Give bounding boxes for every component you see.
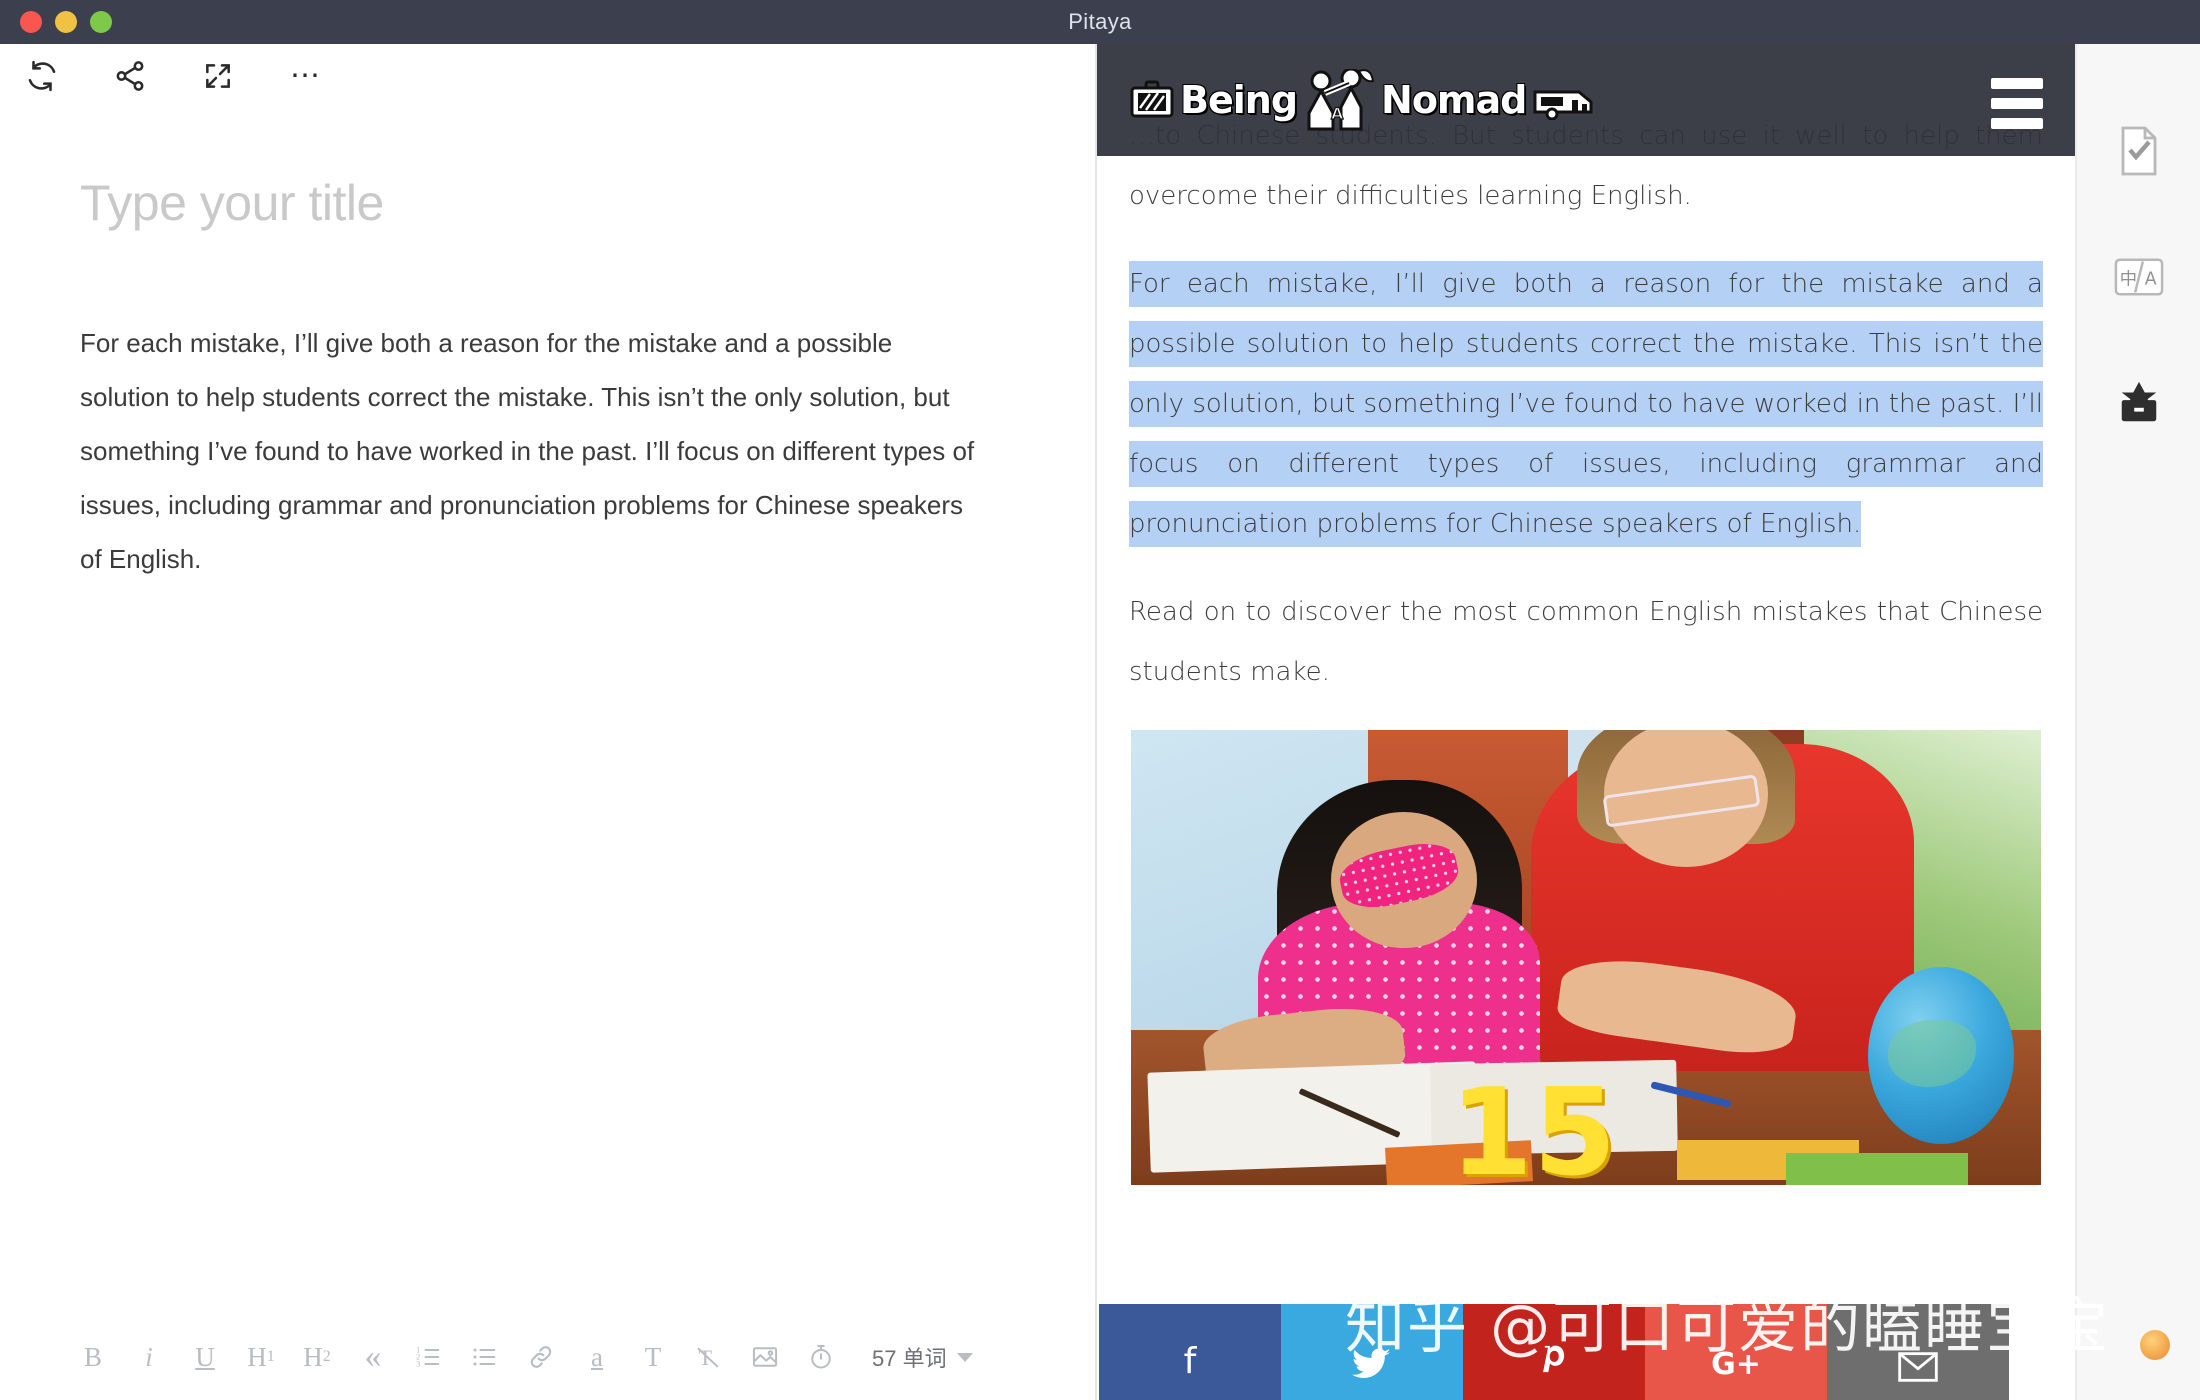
twitter-icon: [1352, 1348, 1391, 1379]
heading2-label: H: [303, 1341, 323, 1372]
editor-toolbar: ⋯: [22, 56, 326, 96]
suitcase-icon: [1130, 80, 1174, 118]
ordered-list-icon[interactable]: 1 2 3: [414, 1335, 444, 1379]
translate-icon[interactable]: 中 A: [2112, 250, 2166, 304]
sync-icon[interactable]: [22, 56, 62, 96]
photo-green-book: [1786, 1153, 1969, 1185]
timer-icon[interactable]: [806, 1335, 836, 1379]
blockquote-button[interactable]: «: [358, 1335, 388, 1379]
link-icon[interactable]: [526, 1335, 556, 1379]
document-body-text[interactable]: For each mistake, I’ll give both a reaso…: [80, 316, 980, 586]
svg-text:中: 中: [2119, 270, 2136, 290]
heading2-button[interactable]: H2: [302, 1335, 332, 1379]
email-share-button[interactable]: [1827, 1304, 2009, 1400]
more-options-dots: ⋯: [290, 59, 322, 92]
window-titlebar: Pitaya: [0, 0, 2200, 44]
social-share-bar: f G+: [1099, 1304, 2009, 1400]
twitter-share-button[interactable]: [1281, 1304, 1463, 1400]
hamburger-line-2: [1991, 98, 2043, 109]
envelope-icon: [1898, 1352, 1938, 1382]
googleplus-icon: G+: [1711, 1347, 1761, 1382]
svg-text:A: A: [2144, 270, 2156, 290]
selected-text-highlight: For each mistake, I’ll give both a reaso…: [1129, 261, 2043, 547]
photo-globe: [1868, 966, 2014, 1145]
site-logo-word-nomad: Nomad: [1381, 78, 1527, 122]
strikethrough-button[interactable]: a: [582, 1335, 612, 1379]
unordered-list-icon[interactable]: [470, 1335, 500, 1379]
word-count-label: 57 单词: [872, 1346, 947, 1371]
pinterest-icon: [1543, 1345, 1565, 1373]
facebook-icon: f: [1183, 1341, 1197, 1382]
heading1-sub: 1: [266, 1348, 275, 1365]
image-icon[interactable]: [750, 1335, 780, 1379]
right-sidebar: 中 A: [2075, 44, 2200, 1400]
svg-text:A: A: [1331, 104, 1344, 123]
googleplus-share-button[interactable]: G+: [1645, 1304, 1827, 1400]
article-photo: 15: [1131, 730, 2041, 1185]
site-logo[interactable]: Being A Nomad: [1130, 69, 1594, 131]
hamburger-line-3: [1991, 118, 2043, 129]
preview-pane: …to Chinese students. But students can u…: [1097, 44, 2075, 1400]
family-figures-icon: A: [1307, 69, 1375, 131]
heading1-button[interactable]: H1: [246, 1335, 276, 1379]
word-count-selector[interactable]: 57 单词: [872, 1341, 973, 1373]
proofread-check-icon[interactable]: [2112, 124, 2166, 178]
site-logo-word-being: Being: [1180, 78, 1298, 122]
heading1-label: H: [247, 1341, 267, 1372]
archive-box-icon[interactable]: [2112, 376, 2166, 430]
editor-pane: ⋯ Type your title For each mistake, I’ll…: [0, 44, 1095, 1400]
hamburger-line-1: [1991, 78, 2043, 89]
svg-text:T: T: [699, 1345, 713, 1370]
heading2-sub: 2: [322, 1348, 331, 1365]
text-style-button[interactable]: T: [638, 1335, 668, 1379]
bold-button[interactable]: B: [78, 1335, 108, 1379]
format-toolbar: B i U H1 H2 « 1 2 3 a T T 57 单词: [0, 1322, 1095, 1392]
fullscreen-icon[interactable]: [198, 56, 238, 96]
camper-van-icon: [1533, 90, 1593, 120]
share-icon[interactable]: [110, 56, 150, 96]
article-content: …to Chinese students. But students can u…: [1097, 44, 2075, 1185]
chevron-down-icon: [956, 1352, 973, 1362]
more-options-icon[interactable]: ⋯: [286, 56, 326, 96]
facebook-share-button[interactable]: f: [1099, 1304, 1281, 1400]
photo-overlay-number: 15: [1449, 1064, 1617, 1185]
svg-text:3: 3: [416, 1359, 420, 1368]
window-title: Pitaya: [1068, 9, 1132, 34]
site-header-bar: Being A Nomad: [1097, 44, 2075, 156]
clear-format-icon[interactable]: T: [694, 1335, 724, 1379]
document-title-placeholder[interactable]: Type your title: [80, 174, 384, 232]
article-paragraph-read-on: Read on to discover the most common Engl…: [1129, 597, 2043, 687]
article-paragraph-selected[interactable]: For each mistake, I’ll give both a reaso…: [1129, 254, 2043, 554]
hamburger-menu-icon[interactable]: [1991, 78, 2043, 138]
watermark-emoji-icon: [2140, 1330, 2170, 1360]
pinterest-share-button[interactable]: [1463, 1304, 1645, 1400]
underline-button[interactable]: U: [190, 1335, 220, 1379]
italic-button[interactable]: i: [134, 1335, 164, 1379]
